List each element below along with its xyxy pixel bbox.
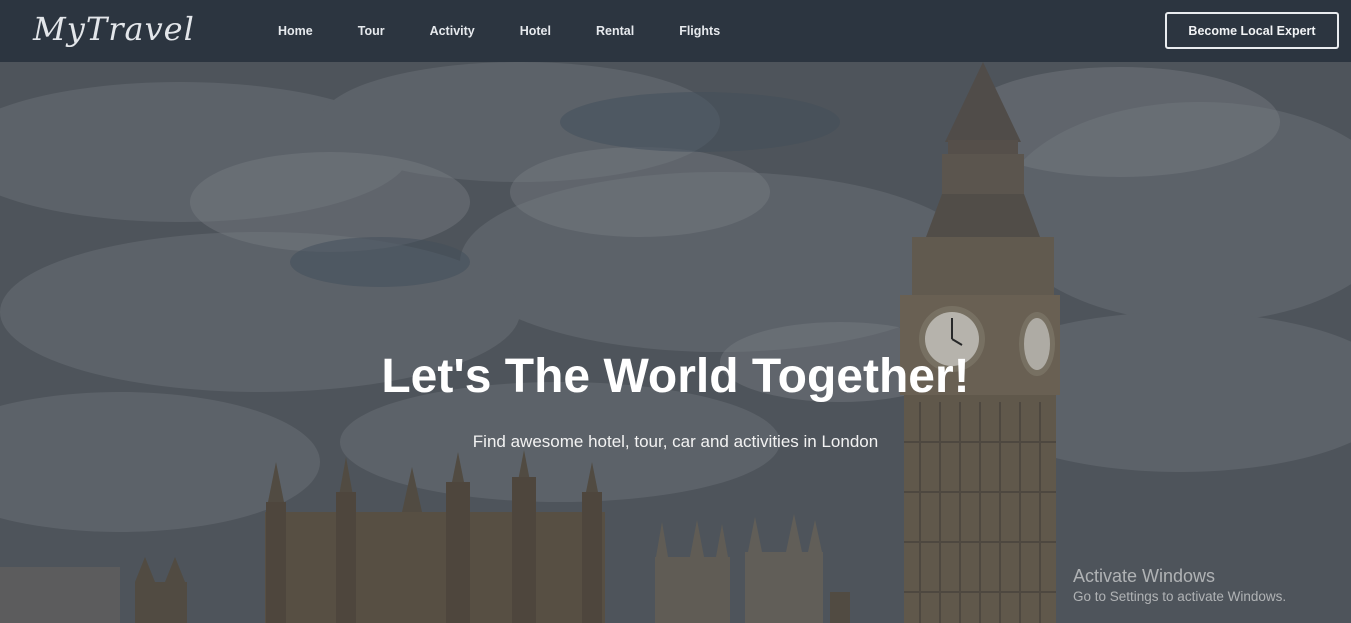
nav-hotel[interactable]: Hotel [504, 24, 567, 38]
nav-activity[interactable]: Activity [414, 24, 491, 38]
hero-section: Let's The World Together! Find awesome h… [0, 62, 1351, 623]
page: MyTravel Home Tour Activity Hotel Rental… [0, 0, 1351, 623]
watermark-title: Activate Windows [1073, 566, 1216, 586]
navbar: MyTravel Home Tour Activity Hotel Rental… [0, 0, 1351, 62]
main-nav: Home Tour Activity Hotel Rental Flights [262, 0, 749, 62]
nav-rental[interactable]: Rental [580, 24, 650, 38]
nav-flights[interactable]: Flights [663, 24, 736, 38]
hero-overlay [0, 62, 1351, 623]
hero-subtitle: Find awesome hotel, tour, car and activi… [472, 432, 879, 451]
watermark-subtitle: Go to Settings to activate Windows. [1073, 589, 1287, 604]
nav-tour[interactable]: Tour [342, 24, 401, 38]
nav-home[interactable]: Home [262, 24, 329, 38]
logo[interactable]: MyTravel [33, 7, 195, 51]
hero-title: Let's The World Together! [381, 350, 970, 403]
become-local-expert-button[interactable]: Become Local Expert [1165, 12, 1339, 49]
activate-windows-watermark: Activate Windows Go to Settings to activ… [1073, 565, 1286, 606]
